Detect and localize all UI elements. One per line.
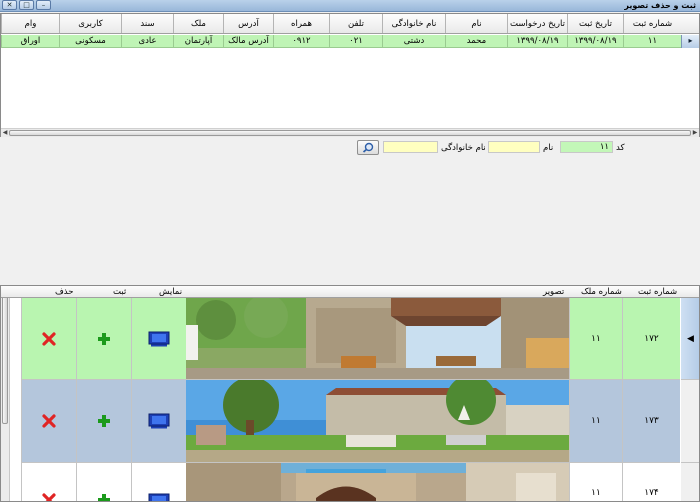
- horizontal-scrollbar[interactable]: ◀ ▶: [1, 128, 699, 137]
- vertical-scrollbar-thumb[interactable]: [2, 296, 8, 424]
- col-header-name[interactable]: نام: [445, 14, 507, 33]
- col-header-family[interactable]: نام خانوادگی: [382, 14, 445, 33]
- image-row-indicator[interactable]: [681, 463, 699, 501]
- col-header-request-date[interactable]: تاریخ درخواست: [507, 14, 567, 33]
- search-panel: کد ۱۱ نام نام خانوادگی: [0, 140, 700, 156]
- records-grid-row[interactable]: ۱۱ ۱۳۹۹/۰۸/۱۹ ۱۳۹۹/۰۸/۱۹ محمد دشتی ۰۲۱ ۰…: [1, 35, 699, 48]
- cell-usage[interactable]: مسکونی: [59, 35, 121, 47]
- minimize-window-button[interactable]: –: [36, 0, 51, 10]
- scroll-right-icon[interactable]: ▶: [691, 129, 699, 137]
- delete-x-icon: [42, 414, 56, 428]
- col-header-property-no[interactable]: شماره ملک: [581, 286, 622, 298]
- show-button[interactable]: [131, 298, 186, 379]
- records-grid-header: شماره ثبت تاریخ ثبت تاریخ درخواست نام نا…: [1, 14, 699, 34]
- cell-name[interactable]: محمد: [445, 35, 507, 47]
- col-header-show[interactable]: نمایش: [159, 286, 182, 298]
- col-header-register[interactable]: ثبت: [113, 286, 126, 298]
- plus-icon: [98, 332, 110, 345]
- delete-button[interactable]: [21, 380, 76, 462]
- col-header-image[interactable]: تصویر: [543, 286, 564, 298]
- vertical-scrollbar[interactable]: [1, 286, 10, 501]
- image-row-indicator[interactable]: [681, 380, 699, 463]
- col-header-mobile[interactable]: همراه: [273, 14, 329, 33]
- cell-loan[interactable]: اوراق: [1, 35, 59, 47]
- register-button[interactable]: [76, 463, 131, 501]
- photo-stone-oven-image: [186, 463, 569, 501]
- cell-deed[interactable]: عادی: [121, 35, 173, 47]
- photo-garden-image: [186, 380, 569, 462]
- name-field[interactable]: [488, 141, 540, 153]
- col-header-usage[interactable]: کاربری: [59, 14, 121, 33]
- cell-property-no[interactable]: ۱۱: [569, 463, 622, 501]
- property-photo-1[interactable]: [186, 298, 569, 379]
- delete-button[interactable]: [21, 463, 76, 501]
- col-header-delete[interactable]: حذف: [55, 286, 74, 298]
- delete-x-icon: [42, 493, 56, 501]
- cell-image-reg-no[interactable]: ۱۷۳: [622, 380, 680, 462]
- monitor-icon: [148, 493, 170, 501]
- col-header-loan[interactable]: وام: [1, 14, 59, 33]
- cell-mobile[interactable]: ۰۹۱۲: [273, 35, 329, 47]
- delete-x-icon: [42, 331, 56, 346]
- code-label: کد: [616, 143, 625, 153]
- cell-property-no[interactable]: ۱۱: [569, 380, 622, 462]
- col-header-reg-no[interactable]: شماره ثبت: [623, 14, 681, 33]
- magnifier-icon: [362, 142, 374, 153]
- image-row[interactable]: ۱۷۳ ۱۱: [21, 380, 680, 463]
- register-button[interactable]: [76, 298, 131, 379]
- property-photo-3[interactable]: [186, 463, 569, 501]
- cell-reg-no[interactable]: ۱۱: [623, 35, 681, 47]
- cell-request-date[interactable]: ۱۳۹۹/۰۸/۱۹: [507, 35, 567, 47]
- title-bar: ✕ □ – ثبت و حذف تصویر: [0, 0, 700, 12]
- show-button[interactable]: [131, 463, 186, 501]
- image-row[interactable]: ۱۷۴ ۱۱: [21, 463, 680, 501]
- window-title: ثبت و حذف تصویر: [624, 1, 696, 10]
- family-label: نام خانوادگی: [441, 143, 486, 153]
- cell-address[interactable]: آدرس مالک: [223, 35, 273, 47]
- register-button[interactable]: [76, 380, 131, 462]
- monitor-icon: [148, 413, 170, 429]
- current-row-arrow-icon: ◀: [687, 334, 694, 344]
- cell-image-reg-no[interactable]: ۱۷۴: [622, 463, 680, 501]
- monitor-icon: [148, 331, 170, 346]
- cell-reg-date[interactable]: ۱۳۹۹/۰۸/۱۹: [567, 35, 623, 47]
- col-header-image-reg-no[interactable]: شماره ثبت: [638, 286, 677, 298]
- cell-phone[interactable]: ۰۲۱: [329, 35, 382, 47]
- col-header-phone[interactable]: تلفن: [329, 14, 382, 33]
- col-header-address[interactable]: آدرس: [223, 14, 273, 33]
- cell-property[interactable]: آپارتمان: [173, 35, 223, 47]
- row-selector-icon[interactable]: ▸: [681, 35, 699, 48]
- col-header-property[interactable]: ملک: [173, 14, 223, 33]
- close-window-button[interactable]: ✕: [2, 0, 17, 10]
- photo-patio-image: [186, 298, 569, 379]
- col-header-deed[interactable]: سند: [121, 14, 173, 33]
- plus-icon: [98, 494, 110, 501]
- images-grid-header: شماره ثبت شماره ملک تصویر نمایش ثبت حذف: [1, 286, 699, 298]
- image-row-indicator[interactable]: ◀: [681, 298, 699, 380]
- family-field[interactable]: [383, 141, 438, 153]
- cell-family[interactable]: دشتی: [382, 35, 445, 47]
- property-photo-2[interactable]: [186, 380, 569, 462]
- show-button[interactable]: [131, 380, 186, 462]
- delete-button[interactable]: [21, 298, 76, 379]
- search-button[interactable]: [357, 140, 379, 155]
- images-grid: شماره ثبت شماره ملک تصویر نمایش ثبت حذف …: [0, 285, 700, 502]
- maximize-window-button[interactable]: □: [19, 0, 34, 10]
- col-header-reg-date[interactable]: تاریخ ثبت: [567, 14, 623, 33]
- scroll-left-icon[interactable]: ◀: [1, 129, 9, 137]
- cell-property-no[interactable]: ۱۱: [569, 298, 622, 379]
- scrollbar-thumb[interactable]: [9, 130, 691, 136]
- image-row[interactable]: ۱۷۲ ۱۱: [21, 298, 680, 380]
- name-label: نام: [543, 143, 554, 153]
- records-grid: شماره ثبت تاریخ ثبت تاریخ درخواست نام نا…: [0, 13, 700, 137]
- code-field[interactable]: ۱۱: [560, 141, 613, 153]
- cell-image-reg-no[interactable]: ۱۷۲: [622, 298, 680, 379]
- plus-icon: [98, 415, 110, 427]
